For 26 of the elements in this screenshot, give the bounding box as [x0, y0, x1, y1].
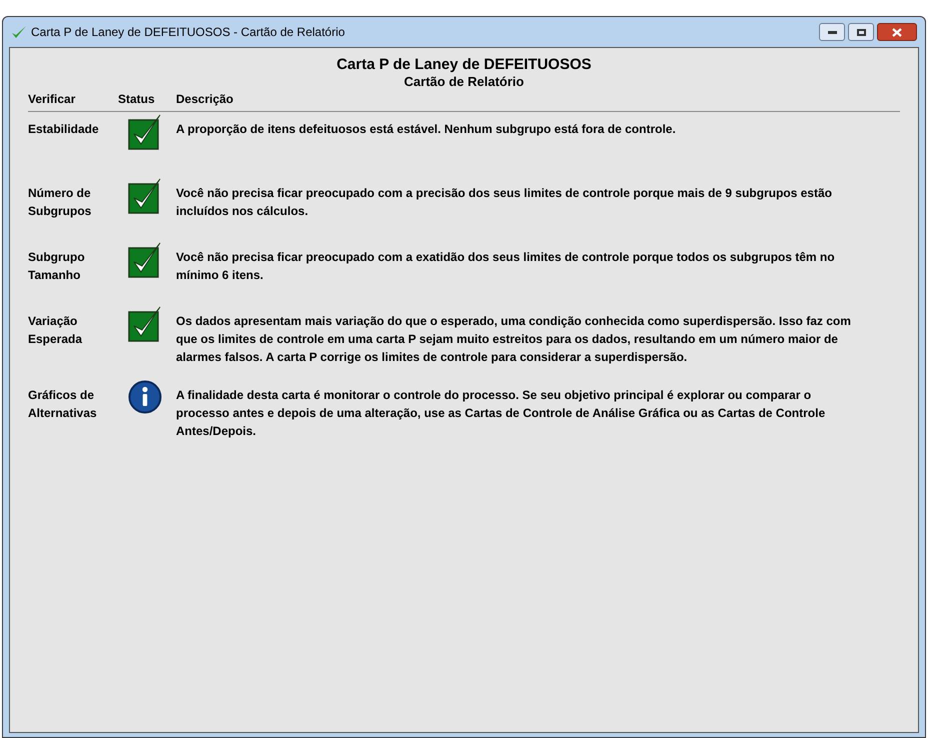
checkmark-icon [11, 25, 27, 39]
report-subtitle: Cartão de Relatório [404, 74, 524, 90]
checkmark-icon [128, 306, 162, 342]
checkmark-icon [128, 242, 162, 278]
check-label: Estabilidade [28, 121, 100, 138]
check-label: Número de Subgrupos [28, 185, 92, 220]
minimize-button[interactable] [819, 23, 845, 41]
column-header: Descrição [176, 91, 234, 108]
close-icon [892, 28, 902, 36]
window-title: Carta P de Laney de DEFEITUOSOS - Cartão de Relatório [31, 24, 345, 41]
check-label: Gráficos de Alternativas [28, 387, 98, 422]
checkmark-icon [128, 178, 162, 214]
close-button[interactable] [877, 23, 917, 41]
column-header: Verificar [28, 91, 76, 108]
check-description: A proporção de itens defeituosos está estável. Nenhum subgrupo está fora de controle. [176, 121, 677, 138]
checkmark-icon [128, 114, 162, 150]
check-label: Subgrupo Tamanho [28, 249, 86, 284]
check-description: A finalidade desta carta é monitorar o controle do processo. Se seu objetivo principal é explorar ou comparar o processo antes e depois de uma alteração, use as Cartas de Controle de Análise Gráfica ou as Cartas de Controle Antes/Depois. [176, 387, 826, 440]
maximize-button[interactable] [848, 23, 874, 41]
column-header: Status [118, 91, 156, 108]
info-icon [128, 380, 162, 414]
report-title: Carta P de Laney de DEFEITUOSOS [336, 56, 592, 74]
check-description: Você não precisa ficar preocupado com a precisão dos seus limites de controle porque mais de 9 subgrupos estão incluídos nos cálculos. [176, 185, 833, 220]
check-description: Os dados apresentam mais variação do que o esperado, uma condição conhecida como superdispersão. Isso faz com que os limites de controle em uma carta P sejam muito estreitos para os dados, resultando em um número maior de alarmes falsos. A carta P corrige os limites de controle para considerar a superdispersão. [176, 313, 852, 366]
check-description: Você não precisa ficar preocupado com a exatidão dos seus limites de controle porque todos os subgrupos têm no mínimo 6 itens. [176, 249, 836, 284]
check-label: Variação Esperada [28, 313, 84, 348]
